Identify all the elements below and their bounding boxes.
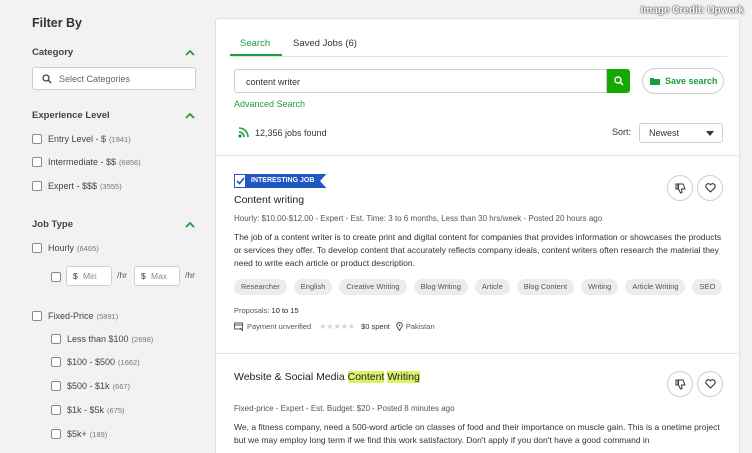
chevron-up-icon[interactable] xyxy=(185,221,195,229)
fixed-option-5k-plus[interactable]: $5k+ (189) xyxy=(51,429,107,439)
experience-heading: Experience Level xyxy=(32,110,110,121)
min-rate-input[interactable]: $ Min xyxy=(66,266,112,286)
skill-tag[interactable]: Writing xyxy=(581,279,619,295)
image-credit: Image Credit: Upwork xyxy=(640,5,744,16)
job-title[interactable]: Website & Social Media Content Writing xyxy=(234,371,420,383)
tabs-divider xyxy=(230,56,727,57)
search-icon xyxy=(613,76,624,86)
hourly-rate-checkbox[interactable] xyxy=(51,272,67,282)
filter-title: Filter By xyxy=(32,16,83,30)
job-type-hourly[interactable]: Hourly (6465) xyxy=(32,243,99,253)
divider xyxy=(216,155,739,156)
checkbox[interactable] xyxy=(32,134,42,144)
experience-option-expert[interactable]: Expert - $$$ (3555) xyxy=(32,181,122,191)
client-info: Payment unverified ★★★★★ $0 spent Pakist… xyxy=(234,322,435,331)
job-type-heading: Job Type xyxy=(32,219,73,230)
checkbox[interactable] xyxy=(51,381,61,391)
rss-feed-icon[interactable] xyxy=(238,127,249,138)
folder-icon xyxy=(650,78,660,85)
search-button[interactable] xyxy=(607,69,630,93)
active-tab-indicator xyxy=(230,54,282,56)
heart-icon xyxy=(704,379,716,389)
tab-saved-jobs[interactable]: Saved Jobs (6) xyxy=(293,38,357,49)
save-job-button[interactable] xyxy=(697,371,723,397)
job-search-input[interactable] xyxy=(246,74,586,89)
proposals: Proposals: 10 to 15 xyxy=(234,306,299,315)
sort-label: Sort: xyxy=(612,127,632,137)
job-search-field[interactable] xyxy=(234,69,607,93)
skill-tag[interactable]: SEO xyxy=(692,279,723,295)
per-hour-label: /hr xyxy=(117,270,127,280)
divider xyxy=(216,353,739,354)
checkbox[interactable] xyxy=(51,272,61,282)
dislike-button[interactable] xyxy=(667,175,693,201)
filter-sidebar: Filter By Category Experience Level Entr… xyxy=(0,0,215,453)
skill-tag[interactable]: Blog Content xyxy=(516,279,575,295)
check-icon xyxy=(234,174,246,188)
experience-option-entry[interactable]: Entry Level - $ (1941) xyxy=(32,134,131,144)
payment-card-icon xyxy=(234,322,244,331)
checkbox[interactable] xyxy=(51,357,61,367)
advanced-search-link[interactable]: Advanced Search xyxy=(234,99,305,109)
checkbox[interactable] xyxy=(32,311,42,321)
skill-tag[interactable]: Creative Writing xyxy=(339,279,407,295)
fixed-option-less-100[interactable]: Less than $100 (2698) xyxy=(51,334,153,344)
job-description: The job of a content writer is to create… xyxy=(234,232,722,268)
category-search[interactable] xyxy=(32,67,196,90)
rating-stars: ★★★★★ xyxy=(319,322,356,331)
tab-search[interactable]: Search xyxy=(240,38,270,49)
job-type-fixed-price[interactable]: Fixed-Price (5891) xyxy=(32,311,118,321)
interesting-job-badge: INTERESTING JOB xyxy=(234,174,327,188)
thumbs-down-icon xyxy=(675,379,686,390)
fixed-option-500-1k[interactable]: $500 - $1k (667) xyxy=(51,381,130,391)
skill-tag[interactable]: Article xyxy=(474,279,510,295)
per-hour-label: /hr xyxy=(185,270,195,280)
fixed-option-1k-5k[interactable]: $1k - $5k (675) xyxy=(51,405,125,415)
location-pin-icon xyxy=(396,322,403,331)
chevron-up-icon[interactable] xyxy=(185,112,195,120)
skill-tag[interactable]: English xyxy=(293,279,333,295)
skill-tags: Researcher English Creative Writing Blog… xyxy=(234,279,723,295)
job-meta: Hourly: $10.00-$12.00 - Expert - Est. Ti… xyxy=(234,214,603,223)
checkbox[interactable] xyxy=(32,181,42,191)
job-search-panel: Search Saved Jobs (6) Save search Advanc… xyxy=(215,18,740,453)
dislike-button[interactable] xyxy=(667,371,693,397)
heart-icon xyxy=(704,183,716,193)
checkbox[interactable] xyxy=(51,429,61,439)
search-icon xyxy=(42,74,52,84)
job-title[interactable]: Content writing xyxy=(234,194,304,206)
job-description: We, a fitness company, need a 500-word a… xyxy=(234,422,720,445)
checkbox[interactable] xyxy=(32,243,42,253)
sort-select[interactable]: Newest xyxy=(639,123,723,143)
experience-option-intermediate[interactable]: Intermediate - $$ (6856) xyxy=(32,157,141,167)
category-input[interactable] xyxy=(59,71,189,86)
thumbs-down-icon xyxy=(675,183,686,194)
max-rate-input[interactable]: $ Max xyxy=(134,266,180,286)
skill-tag[interactable]: Blog Writing xyxy=(413,279,468,295)
job-meta: Fixed-price - Expert - Est. Budget: $20 … xyxy=(234,404,455,413)
fixed-option-100-500[interactable]: $100 - $500 (1662) xyxy=(51,357,140,367)
category-heading: Category xyxy=(32,47,74,58)
skill-tag[interactable]: Article Writing xyxy=(625,279,686,295)
chevron-up-icon[interactable] xyxy=(185,49,195,57)
save-job-button[interactable] xyxy=(697,175,723,201)
chevron-down-icon xyxy=(706,131,714,136)
save-search-button[interactable]: Save search xyxy=(642,68,724,94)
skill-tag[interactable]: Researcher xyxy=(234,279,287,295)
jobs-found: 12,356 jobs found xyxy=(238,127,327,138)
checkbox[interactable] xyxy=(51,334,61,344)
checkbox[interactable] xyxy=(51,405,61,415)
checkbox[interactable] xyxy=(32,157,42,167)
